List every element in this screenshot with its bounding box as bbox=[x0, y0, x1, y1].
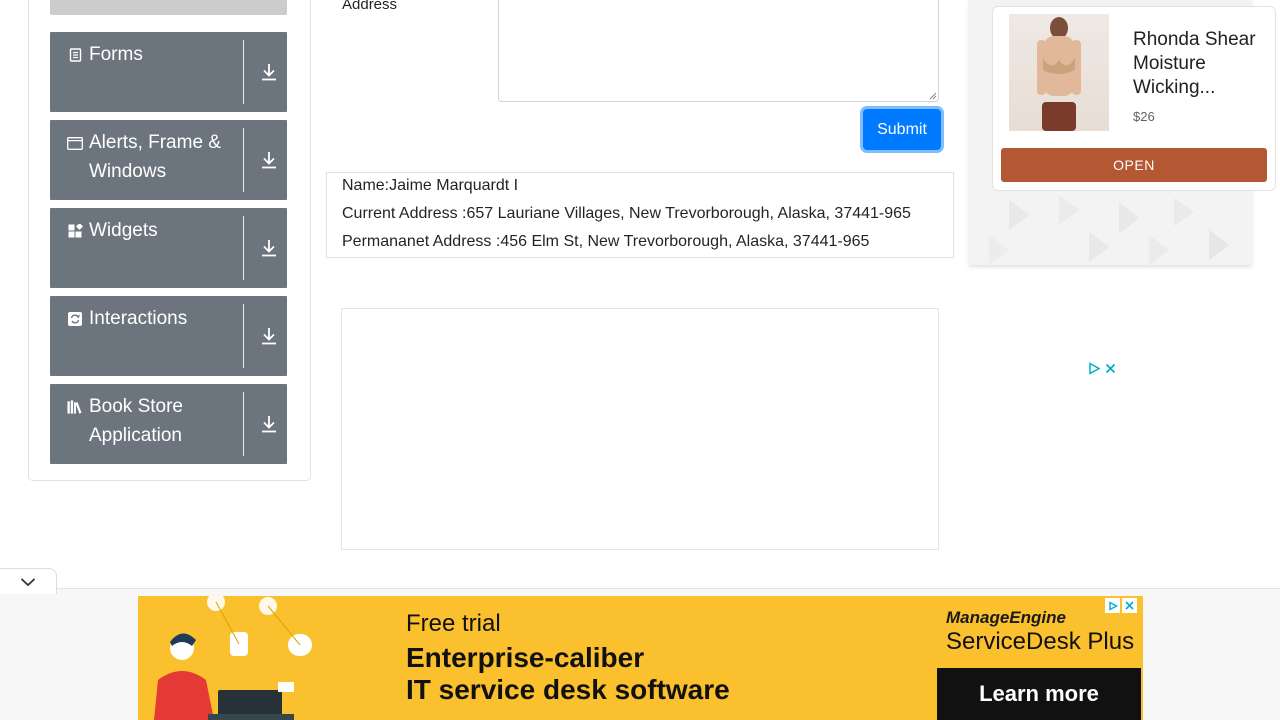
product-image[interactable] bbox=[1009, 14, 1109, 131]
divider bbox=[243, 392, 244, 456]
download-icon[interactable] bbox=[260, 238, 278, 258]
sidebar-group-collapsed[interactable] bbox=[50, 0, 287, 15]
chevron-down-icon[interactable] bbox=[20, 577, 36, 587]
group-header[interactable]: Alerts, Frame & Windows bbox=[50, 128, 244, 186]
interactions-icon bbox=[67, 311, 83, 327]
address-label: Address bbox=[342, 0, 398, 13]
group-header[interactable]: Widgets bbox=[50, 216, 244, 245]
group-header[interactable]: Book Store Application bbox=[50, 392, 244, 450]
adchoices[interactable] bbox=[1088, 360, 1120, 376]
group-header[interactable]: Forms bbox=[50, 40, 244, 69]
divider bbox=[243, 40, 244, 104]
ad-placeholder bbox=[341, 308, 939, 550]
ad-open-button[interactable]: OPEN bbox=[1001, 148, 1267, 182]
divider bbox=[243, 128, 244, 192]
group-label: Widgets bbox=[89, 220, 158, 241]
group-label: Alerts, Frame & Windows bbox=[89, 132, 221, 182]
divider bbox=[243, 216, 244, 280]
download-icon[interactable] bbox=[260, 62, 278, 82]
download-icon[interactable] bbox=[260, 414, 278, 434]
group-header[interactable]: Interactions bbox=[50, 304, 244, 333]
banner-headline-2: Enterprise-caliber bbox=[406, 642, 645, 673]
collapse-ad-tab[interactable] bbox=[0, 568, 57, 594]
download-icon[interactable] bbox=[260, 326, 278, 346]
books-icon bbox=[67, 399, 83, 415]
sidebar-group-alerts[interactable]: Alerts, Frame & Windows bbox=[50, 120, 287, 200]
download-icon[interactable] bbox=[260, 150, 278, 170]
sidebar-group-interactions[interactable]: Interactions bbox=[50, 296, 287, 376]
document-icon bbox=[67, 47, 83, 63]
pattern-decoration bbox=[989, 195, 1229, 265]
group-label: Book Store Application bbox=[89, 396, 183, 446]
banner-adchoices[interactable] bbox=[1105, 598, 1137, 613]
close-icon[interactable] bbox=[1122, 598, 1137, 613]
widgets-icon bbox=[67, 223, 83, 239]
illustration-person-laptop-icon bbox=[154, 596, 312, 720]
banner-headline-1: Free trial bbox=[406, 610, 501, 637]
sidebar-group-forms[interactable]: Forms bbox=[50, 32, 287, 112]
output-panel: Name:Jaime Marquardt I Current Address :… bbox=[326, 172, 954, 258]
group-label: Forms bbox=[89, 44, 143, 65]
output-current-address: Current Address :657 Lauriane Villages, … bbox=[342, 205, 911, 222]
adchoices-icon[interactable] bbox=[1105, 598, 1120, 613]
adchoices-icon[interactable] bbox=[1088, 361, 1101, 375]
output-permanent-address: Permananet Address :456 Elm St, New Trev… bbox=[342, 233, 870, 250]
banner-ad[interactable]: Free trial Enterprise-caliber IT service… bbox=[138, 596, 1143, 720]
sidebar-group-widgets[interactable]: Widgets bbox=[50, 208, 287, 288]
brand-name: ManageEngine bbox=[946, 608, 1066, 627]
sidebar-group-book-store[interactable]: Book Store Application bbox=[50, 384, 287, 464]
banner-headline-3: IT service desk software bbox=[406, 674, 730, 705]
group-label: Interactions bbox=[89, 308, 188, 329]
window-icon bbox=[67, 135, 83, 151]
ad-product-title[interactable]: Rhonda Shear Moisture Wicking... bbox=[1133, 28, 1268, 100]
learn-more-button[interactable]: Learn more bbox=[937, 668, 1141, 720]
brand-product: ServiceDesk Plus bbox=[946, 628, 1135, 655]
ad-product-price: $26 bbox=[1133, 109, 1155, 124]
submit-button[interactable]: Submit bbox=[863, 109, 941, 150]
permanent-address-textarea[interactable] bbox=[498, 0, 939, 102]
resize-handle-icon[interactable] bbox=[929, 92, 937, 100]
close-icon[interactable] bbox=[1105, 363, 1116, 374]
output-name: Name:Jaime Marquardt I bbox=[342, 177, 519, 194]
divider bbox=[243, 304, 244, 368]
model-photo-icon bbox=[1037, 17, 1081, 131]
